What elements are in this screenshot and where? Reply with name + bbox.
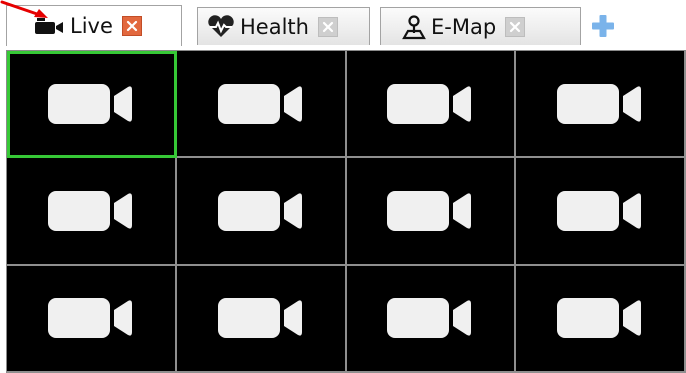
video-camera-icon — [47, 298, 132, 339]
video-camera-icon — [217, 83, 302, 124]
video-camera-icon — [557, 298, 642, 339]
tab-e-map-label: E-Map — [431, 14, 497, 39]
video-cell[interactable] — [346, 265, 517, 373]
tab-live-close-button[interactable] — [121, 16, 142, 36]
video-cell[interactable] — [7, 158, 177, 266]
video-cell[interactable] — [176, 51, 347, 159]
tab-live-label: Live — [70, 14, 113, 38]
close-icon — [126, 20, 137, 32]
heart-pulse-icon — [206, 14, 236, 39]
video-cell[interactable] — [176, 265, 347, 373]
video-cell[interactable] — [346, 51, 517, 159]
video-cell[interactable] — [516, 158, 686, 266]
add-tab-button[interactable] — [591, 14, 615, 38]
video-cell[interactable] — [346, 158, 517, 266]
tab-e-map[interactable]: E-Map — [380, 7, 581, 45]
video-camera-icon — [557, 83, 642, 124]
video-cell[interactable] — [176, 158, 347, 266]
video-cell[interactable] — [516, 265, 686, 373]
video-camera-icon — [387, 298, 472, 339]
tab-bar: Live Health E-Map — [0, 0, 686, 50]
video-cell[interactable] — [7, 51, 177, 159]
plus-icon — [592, 15, 614, 37]
close-icon — [322, 21, 334, 32]
video-camera-icon — [387, 190, 472, 231]
annotation-arrow — [0, 0, 48, 18]
video-camera-icon — [47, 83, 132, 124]
tab-health[interactable]: Health — [197, 7, 370, 45]
video-cell[interactable] — [516, 51, 686, 159]
video-camera-icon — [217, 190, 302, 231]
live-view-grid — [6, 50, 686, 373]
video-camera-icon — [47, 190, 132, 231]
video-camera-icon — [557, 190, 642, 231]
video-cell[interactable] — [7, 265, 177, 373]
close-icon — [510, 21, 521, 32]
map-pin-icon — [401, 14, 427, 40]
tab-health-close-button[interactable] — [317, 16, 338, 37]
video-camera-icon — [387, 83, 472, 124]
tab-e-map-close-button[interactable] — [505, 16, 526, 37]
video-camera-icon — [217, 298, 302, 339]
tab-health-label: Health — [240, 14, 309, 39]
